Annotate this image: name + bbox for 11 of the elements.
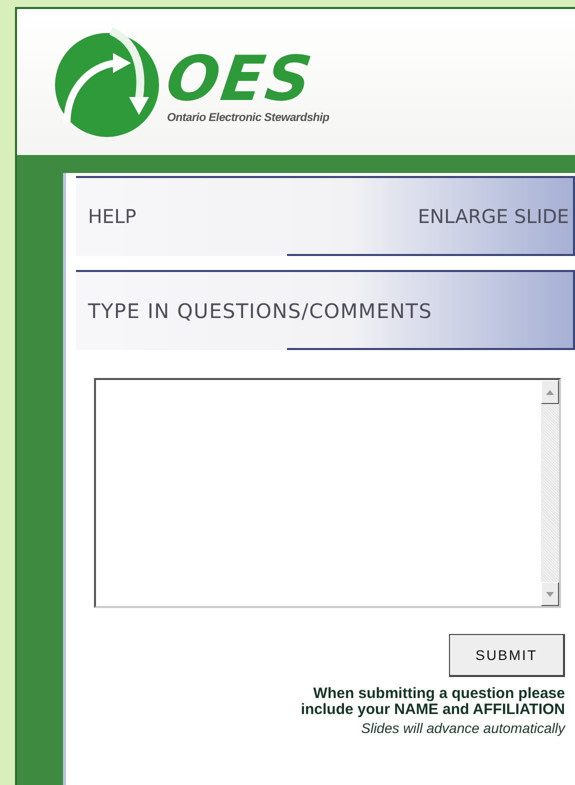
question-input-field[interactable] — [94, 378, 561, 608]
scroll-up-icon[interactable] — [541, 380, 559, 404]
logo-tagline: Ontario Electronic Stewardship — [167, 112, 330, 124]
section-title: TYPE IN QUESTIONS/COMMENTS — [88, 299, 432, 323]
toolbar-link[interactable]: ENLARGE SLIDE — [418, 206, 569, 228]
logo-wordmark: OES — [162, 48, 318, 110]
scroll-down-icon[interactable] — [541, 582, 559, 606]
notice-text: When submitting a question please include your NAME and AFFILIATION — [300, 686, 565, 718]
footnote-text: Slides will advance automatically — [360, 720, 565, 736]
submit-button[interactable]: SUBMIT — [449, 634, 565, 677]
toolbar-link[interactable]: HELP — [88, 206, 136, 228]
